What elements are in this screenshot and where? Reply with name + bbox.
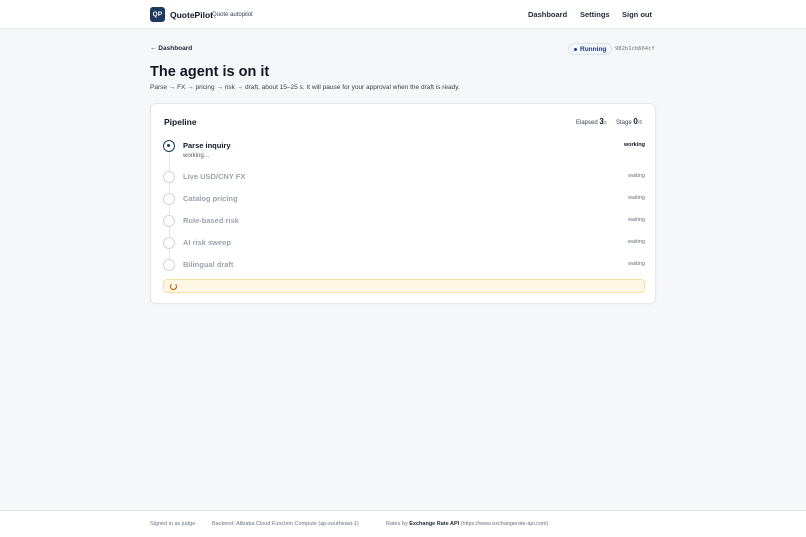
nav-dashboard-link[interactable]: Dashboard (528, 10, 567, 19)
step-name: Live USD/CNY FX (183, 172, 246, 181)
step-pending-icon (163, 259, 175, 271)
step-name: AI risk sweep (183, 238, 231, 247)
brand-name[interactable]: QuotePilot (170, 10, 213, 20)
rates-prefix: Rates by (386, 521, 408, 527)
run-id: 982b1cb664cf (615, 45, 655, 52)
step-status: waiting (627, 239, 645, 245)
footer: Signed in as judge Backend: Alibaba Clou… (0, 510, 806, 537)
step-status: working (623, 142, 645, 148)
progress-notice (163, 279, 645, 293)
rates-credit: Rates by Exchange Rate API (https://www.… (386, 521, 548, 527)
step-name: Bilingual draft (183, 260, 234, 269)
pipeline-step-rule-based-risk: Rule-based risk waiting (163, 213, 645, 229)
elapsed-stat: Elapsed 3s (576, 117, 607, 126)
step-active-icon (163, 140, 175, 152)
step-pending-icon (163, 193, 175, 205)
elapsed-unit: s (603, 120, 607, 126)
status-dot-icon (574, 47, 577, 51)
step-pending-icon (163, 237, 175, 249)
step-name: Rule-based risk (183, 216, 239, 225)
status-label: Running (580, 45, 607, 53)
brand-tagline: Quote autopilot (212, 11, 253, 18)
page-subtitle: Parse → FX → pricing → risk → draft, abo… (150, 84, 460, 91)
step-status: waiting (627, 195, 645, 201)
backend-text: Backend: Alibaba Cloud Function Compute … (212, 521, 359, 527)
stage-total: /6 (637, 120, 643, 126)
step-status: waiting (627, 261, 645, 267)
pipeline-step-catalog-pricing: Catalog pricing waiting (163, 191, 645, 207)
elapsed-label: Elapsed (576, 120, 598, 126)
pipeline-card: Pipeline Elapsed 3s Stage 0/6 Parse inqu… (150, 103, 656, 304)
step-status: waiting (627, 173, 645, 179)
step-name: Catalog pricing (183, 194, 238, 203)
step-pending-icon (163, 215, 175, 227)
rates-url: (https://www.exchangerate-api.com) (460, 521, 549, 527)
spinner-icon (170, 283, 177, 290)
pipeline-step-parse-inquiry: Parse inquiry working… working (163, 138, 645, 159)
pipeline-title: Pipeline (164, 117, 197, 127)
nav-settings-link[interactable]: Settings (580, 10, 610, 19)
step-pending-icon (163, 171, 175, 183)
pipeline-step-ai-risk-sweep: AI risk sweep waiting (163, 235, 645, 251)
exchange-rate-api-link[interactable]: Exchange Rate API (409, 521, 459, 527)
pipeline-step-bilingual-draft: Bilingual draft waiting (163, 257, 645, 273)
top-bar: QP QuotePilot Quote autopilot Dashboard … (0, 0, 806, 29)
stage-stat: Stage 0/6 (616, 117, 642, 126)
logo-icon[interactable]: QP (150, 7, 165, 22)
signed-in-text: Signed in as judge (150, 521, 196, 527)
step-name: Parse inquiry (183, 141, 231, 150)
step-detail: working… (183, 153, 210, 159)
sign-out-button[interactable]: Sign out (622, 10, 652, 19)
status-badge: Running (568, 43, 613, 55)
back-to-dashboard-link[interactable]: ← Dashboard (150, 45, 192, 52)
step-status: waiting (627, 217, 645, 223)
pipeline-step-live-fx: Live USD/CNY FX waiting (163, 169, 645, 185)
stage-label: Stage (616, 120, 632, 126)
page-title: The agent is on it (150, 64, 270, 80)
